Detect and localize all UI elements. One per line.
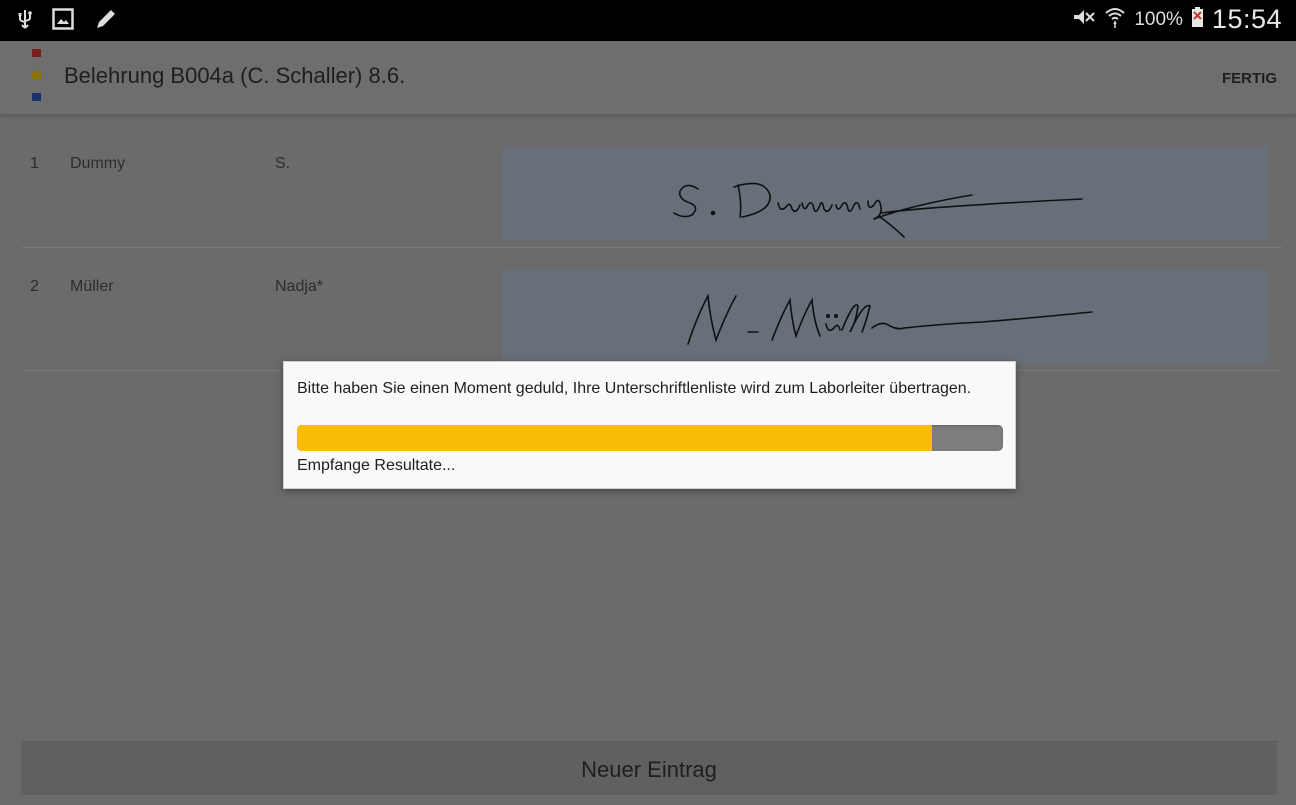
signature-image [502,270,1268,363]
page-title: Belehrung B004a (C. Schaller) 8.6. [64,63,406,88]
signature-image [502,147,1268,240]
entry-first-name: S. [275,155,291,172]
usb-icon [18,8,32,35]
progress-bar [297,425,1003,451]
battery-icon [1191,6,1204,33]
app-logo-icon [32,49,41,115]
list-item[interactable]: 2 Müller Nadja* [22,248,1282,371]
progress-bar-fill [297,425,933,451]
clock: 15:54 [1211,4,1282,34]
status-bar: 100% 15:54 [0,0,1296,41]
entry-number: 2 [30,278,39,295]
pen-icon [94,7,118,36]
status-bar-notifications [18,7,118,36]
entry-number: 1 [30,155,39,172]
entry-last-name: Dummy [70,155,126,172]
dialog-status: Empfange Resultate... [297,457,456,474]
entry-first-name: Nadja* [275,278,324,295]
list-item[interactable]: 1 Dummy S. [22,125,1282,248]
wifi-icon [1104,5,1126,34]
dialog-message: Bitte haben Sie einen Moment geduld, Ihr… [297,380,972,397]
progress-dialog: Bitte haben Sie einen Moment geduld, Ihr… [283,361,1016,489]
action-bar: Belehrung B004a (C. Schaller) 8.6. FERTI… [0,41,1296,115]
new-entry-button[interactable]: Neuer Eintrag [21,741,1277,795]
entry-last-name: Müller [70,278,114,295]
mute-icon [1072,7,1096,32]
battery-percent: 100% [1134,8,1183,30]
done-button[interactable]: FERTIG [1222,70,1277,87]
image-icon [52,8,74,35]
status-bar-system: 100% 15:54 [1072,4,1282,35]
